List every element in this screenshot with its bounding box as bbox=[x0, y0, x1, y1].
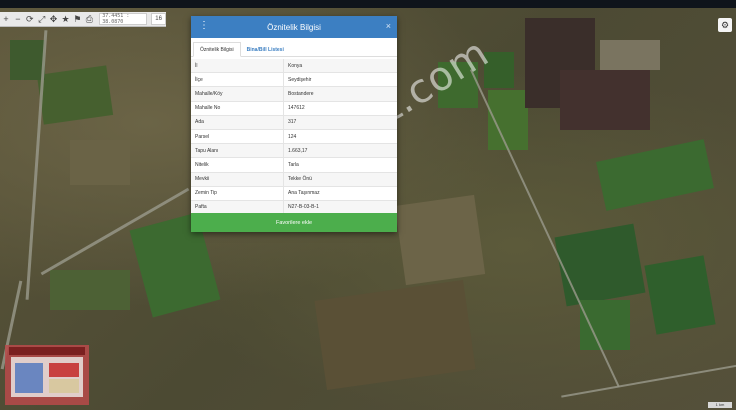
tab-building-list[interactable]: Bina/Bill Listesi bbox=[241, 43, 290, 56]
table-row: Tapu Alanı 1.663,17 bbox=[191, 143, 397, 159]
field-patch bbox=[560, 70, 650, 130]
row-value: 317 bbox=[283, 115, 397, 130]
table-row: İl Konya bbox=[191, 59, 397, 74]
zoom-level: 16 bbox=[151, 13, 167, 25]
field-patch bbox=[10, 40, 45, 80]
row-value: Tekke Önü bbox=[283, 172, 397, 187]
field-patch bbox=[36, 65, 114, 125]
attribute-dialog: ⋮ Öznitelik Bilgisi × Öznitelik Bilgisi … bbox=[191, 16, 397, 232]
plus-icon[interactable]: + bbox=[0, 12, 12, 26]
menu-icon[interactable]: ⋮ bbox=[199, 20, 209, 31]
gear-icon[interactable]: ⚙ bbox=[718, 18, 732, 32]
row-key: İl bbox=[191, 59, 284, 74]
table-row: İlçe Seydişehir bbox=[191, 72, 397, 88]
row-key: Mevkii bbox=[191, 172, 284, 187]
dialog-header: ⋮ Öznitelik Bilgisi × bbox=[191, 16, 397, 38]
row-key: Parsel bbox=[191, 129, 284, 145]
field-patch bbox=[644, 255, 716, 335]
field-patch bbox=[580, 300, 630, 350]
dialog-tabs: Öznitelik Bilgisi Bina/Bill Listesi bbox=[191, 39, 397, 57]
print-icon[interactable]: ⎙ bbox=[83, 12, 95, 26]
row-value: 147612 bbox=[283, 101, 397, 116]
table-row: Ada 317 bbox=[191, 115, 397, 130]
attribute-table: İl Konya İlçe Seydişehir Mahalle/Köy Bostan… bbox=[191, 59, 397, 216]
row-value: Konya bbox=[283, 59, 397, 74]
row-value: Tarla bbox=[283, 157, 397, 173]
row-value: Seydişehir bbox=[283, 72, 397, 88]
move-icon[interactable]: ✥ bbox=[48, 12, 60, 26]
row-key: Zemin Tip bbox=[191, 186, 284, 201]
row-key: Mahalle/Köy bbox=[191, 86, 284, 102]
field-patch bbox=[600, 40, 660, 70]
watermark-logo bbox=[5, 345, 89, 405]
scale-bar: 1 km bbox=[708, 402, 732, 408]
field-patch bbox=[314, 279, 476, 391]
row-value: 124 bbox=[283, 129, 397, 145]
road bbox=[561, 364, 736, 398]
top-bar bbox=[0, 0, 736, 8]
field-patch bbox=[50, 270, 130, 310]
row-key: İlçe bbox=[191, 72, 284, 88]
star-icon[interactable]: ★ bbox=[60, 12, 72, 26]
table-row: Parsel 124 bbox=[191, 129, 397, 145]
field-patch bbox=[394, 194, 486, 286]
table-row: Mevkii Tekke Önü bbox=[191, 172, 397, 187]
coordinate-readout: 37.4451 : 38.0870 bbox=[99, 13, 148, 25]
map-toolbar: + − ⟳ ⤢ ✥ ★ ⚑ ⎙ 37.4451 : 38.0870 16 bbox=[0, 12, 167, 27]
refresh-icon[interactable]: ⟳ bbox=[24, 12, 36, 26]
add-favorite-button[interactable]: Favorilere ekle bbox=[191, 213, 397, 232]
tab-attributes[interactable]: Öznitelik Bilgisi bbox=[193, 42, 241, 57]
expand-icon[interactable]: ⤢ bbox=[36, 12, 48, 26]
row-value: 1.663,17 bbox=[283, 143, 397, 159]
dialog-title: Öznitelik Bilgisi bbox=[267, 22, 321, 32]
table-row: Zemin Tip Ana Taşınmaz bbox=[191, 186, 397, 201]
row-key: Mahalle No bbox=[191, 101, 284, 116]
row-value: Ana Taşınmaz bbox=[283, 186, 397, 201]
minus-icon[interactable]: − bbox=[12, 12, 24, 26]
row-key: Tapu Alanı bbox=[191, 143, 284, 159]
table-row: Mahalle/Köy Bostandere bbox=[191, 86, 397, 102]
field-patch bbox=[554, 223, 646, 307]
row-value: Bostandere bbox=[283, 86, 397, 102]
close-icon[interactable]: × bbox=[386, 21, 391, 31]
table-row: Nitelik Tarla bbox=[191, 157, 397, 173]
field-patch bbox=[596, 139, 714, 211]
table-row: Mahalle No 147612 bbox=[191, 101, 397, 116]
row-key: Nitelik bbox=[191, 157, 284, 173]
row-key: Ada bbox=[191, 115, 284, 130]
field-patch bbox=[70, 140, 130, 185]
pin-icon[interactable]: ⚑ bbox=[71, 12, 83, 26]
